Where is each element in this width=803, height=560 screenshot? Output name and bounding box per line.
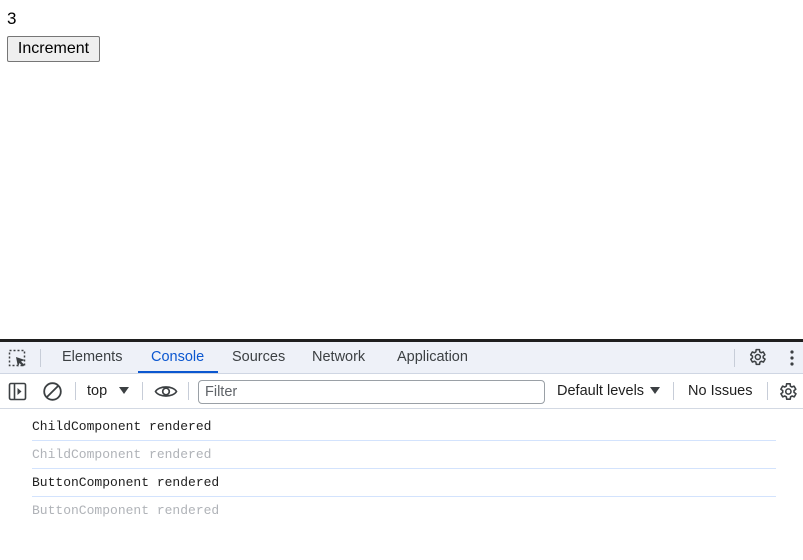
- eye-icon[interactable]: [154, 383, 178, 400]
- console-message: ChildComponent rendered: [32, 441, 776, 469]
- devtools-panel: Elements Console Sources Network Applica…: [0, 339, 803, 560]
- divider: [75, 382, 76, 400]
- tab-network[interactable]: Network: [312, 342, 365, 373]
- tab-application[interactable]: Application: [397, 342, 468, 373]
- counter-value: 3: [7, 9, 17, 28]
- tab-sources[interactable]: Sources: [232, 342, 285, 373]
- tab-elements[interactable]: Elements: [62, 342, 122, 373]
- divider: [188, 382, 189, 400]
- sidebar-toggle-icon[interactable]: [8, 382, 27, 401]
- console-message: ChildComponent rendered: [32, 413, 776, 441]
- devtools-tabbar: Elements Console Sources Network Applica…: [0, 342, 803, 374]
- clear-console-icon[interactable]: [42, 381, 63, 402]
- divider: [767, 382, 768, 400]
- inspect-element-icon[interactable]: [8, 349, 28, 369]
- page-content: 3 Increment: [0, 0, 803, 339]
- console-message: ButtonComponent rendered: [32, 503, 220, 518]
- issues-button[interactable]: No Issues: [688, 374, 752, 408]
- gear-icon[interactable]: [747, 347, 767, 367]
- tab-console[interactable]: Console: [137, 342, 219, 373]
- filter-input[interactable]: [198, 380, 545, 404]
- execution-context-select[interactable]: top: [87, 374, 107, 408]
- gear-icon[interactable]: [777, 381, 798, 402]
- divider: [673, 382, 674, 400]
- increment-button[interactable]: Increment: [7, 36, 100, 62]
- console-message: ButtonComponent rendered: [32, 469, 776, 497]
- divider: [734, 349, 735, 367]
- console-toolbar: top Default levels No Issues: [0, 374, 803, 409]
- chevron-down-icon[interactable]: [119, 387, 129, 394]
- log-levels-select[interactable]: Default levels: [557, 374, 644, 408]
- chevron-down-icon[interactable]: [650, 387, 660, 394]
- kebab-menu-icon[interactable]: [786, 349, 798, 367]
- divider: [142, 382, 143, 400]
- divider: [40, 349, 41, 367]
